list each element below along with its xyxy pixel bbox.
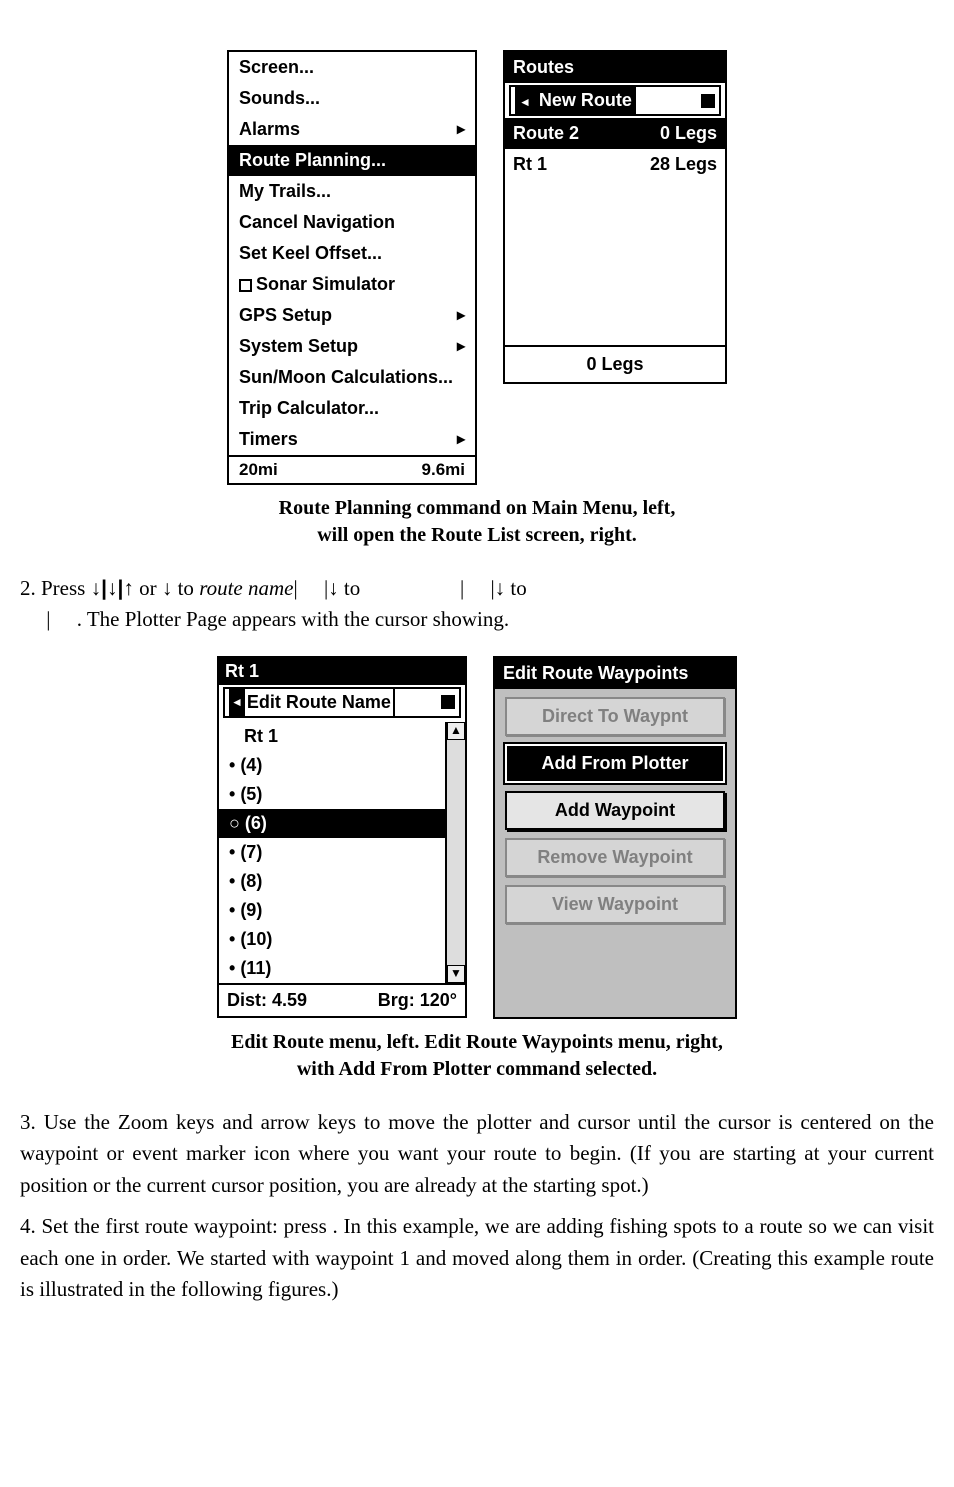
caption-line: Edit Route menu, left. Edit Route Waypoi…: [231, 1031, 723, 1053]
scroll-thumb[interactable]: [447, 740, 465, 965]
route-name-placeholder: route name: [199, 576, 293, 600]
figure-2: Rt 1 ◄Edit Route Name Rt 1 (4)(5)(6)(7)(…: [20, 656, 934, 1019]
list-item[interactable]: (11): [229, 954, 445, 983]
list-item[interactable]: (7): [229, 838, 445, 867]
menu-item[interactable]: My Trails...: [229, 176, 475, 207]
menu-item[interactable]: Sonar Simulator: [229, 269, 475, 300]
scroll-up-icon[interactable]: ▲: [447, 722, 465, 740]
caption-line: will open the Route List screen, right.: [317, 524, 637, 546]
text: |: [460, 576, 464, 600]
menu-item[interactable]: Sun/Moon Calculations...: [229, 362, 475, 393]
route-row[interactable]: ◄New Route: [509, 85, 721, 116]
edit-route-name-label: Edit Route Name: [245, 689, 393, 716]
list-item[interactable]: (6): [219, 809, 445, 838]
submenu-arrow-icon: ▸: [457, 118, 465, 142]
menu-button[interactable]: Add From Plotter: [505, 744, 725, 783]
figure-1-caption: Route Planning command on Main Menu, lef…: [20, 495, 934, 549]
status-right: 9.6mi: [422, 457, 465, 483]
menu-item[interactable]: Cancel Navigation: [229, 207, 475, 238]
menu-item[interactable]: Set Keel Offset...: [229, 238, 475, 269]
scrollbar[interactable]: ▲ ▼: [445, 722, 465, 983]
menu-button[interactable]: Add Waypoint: [505, 791, 725, 830]
menu-button: Direct To Waypnt: [505, 697, 725, 736]
status-left: 20mi: [239, 457, 278, 483]
checkbox-icon[interactable]: [239, 279, 252, 292]
key-sequence: ↓|↓|↑: [91, 577, 134, 600]
submenu-arrow-icon: ▸: [457, 428, 465, 452]
text: |↓ to: [490, 576, 526, 600]
waypoint-list: Rt 1 (4)(5)(6)(7)(8)(9)(10)(11): [219, 722, 445, 983]
submenu-arrow-icon: ▸: [457, 304, 465, 328]
erw-title: Edit Route Waypoints: [495, 658, 735, 689]
text: |: [293, 576, 297, 600]
list-item[interactable]: (9): [229, 896, 445, 925]
figure-1: Screen...Sounds...Alarms▸Route Planning.…: [20, 50, 934, 485]
edit-route-waypoints-panel: Edit Route Waypoints Direct To Waypnt Add…: [493, 656, 737, 1019]
list-item[interactable]: (8): [229, 867, 445, 896]
text: |↓ to: [324, 576, 360, 600]
menu-item[interactable]: Screen...: [229, 52, 475, 83]
route-row[interactable]: Rt 128 Legs: [505, 149, 725, 180]
menu-item[interactable]: Trip Calculator...: [229, 393, 475, 424]
step-3-text: 3. Use the Zoom keys and arrow keys to m…: [20, 1107, 934, 1202]
route-row[interactable]: Route 20 Legs: [505, 118, 725, 149]
main-menu-panel: Screen...Sounds...Alarms▸Route Planning.…: [227, 50, 477, 485]
scroll-down-icon[interactable]: ▼: [447, 965, 465, 983]
edit-route-title: Rt 1: [219, 658, 465, 685]
text: 2. Press: [20, 576, 91, 600]
edit-route-panel: Rt 1 ◄Edit Route Name Rt 1 (4)(5)(6)(7)(…: [217, 656, 467, 1018]
list-item[interactable]: (4): [229, 751, 445, 780]
text: |: [46, 607, 50, 631]
menu-button: View Waypoint: [505, 885, 725, 924]
caption-line: with Add From Plotter command selected.: [297, 1058, 657, 1080]
figure-2-caption: Edit Route menu, left. Edit Route Waypoi…: [20, 1029, 934, 1083]
routes-title: Routes: [505, 52, 725, 83]
submenu-arrow-icon: ▸: [457, 335, 465, 359]
menu-item[interactable]: Alarms▸: [229, 114, 475, 145]
routes-panel: Routes ◄New RouteRoute 20 LegsRt 128 Leg…: [503, 50, 727, 384]
edit-route-footer: Dist: 4.59 Brg: 120°: [219, 983, 465, 1016]
menu-item[interactable]: System Setup▸: [229, 331, 475, 362]
caption-line: Route Planning command on Main Menu, lef…: [279, 497, 676, 519]
list-item[interactable]: (5): [229, 780, 445, 809]
menu-item[interactable]: Sounds...: [229, 83, 475, 114]
edit-route-name-row[interactable]: ◄Edit Route Name: [223, 687, 461, 718]
menu-item[interactable]: Route Planning...: [229, 145, 475, 176]
chevron-right-icon[interactable]: [701, 94, 715, 108]
bearing-readout: Brg: 120°: [378, 987, 457, 1014]
menu-item[interactable]: GPS Setup▸: [229, 300, 475, 331]
menu-item[interactable]: Timers▸: [229, 424, 475, 455]
distance-readout: Dist: 4.59: [227, 987, 307, 1014]
list-item[interactable]: (10): [229, 925, 445, 954]
step-4-text: 4. Set the first route waypoint: press .…: [20, 1211, 934, 1306]
routes-footer: 0 Legs: [505, 345, 725, 382]
step-2-text: 2. Press ↓|↓|↑ or ↓ to route name| |↓ to…: [20, 573, 934, 636]
text: or ↓ to: [134, 576, 199, 600]
text: . The Plotter Page appears with the curs…: [71, 607, 509, 631]
list-item[interactable]: Rt 1: [219, 722, 445, 751]
menu-button: Remove Waypoint: [505, 838, 725, 877]
status-bar: 20mi 9.6mi: [229, 455, 475, 483]
chevron-right-icon[interactable]: [441, 695, 455, 709]
